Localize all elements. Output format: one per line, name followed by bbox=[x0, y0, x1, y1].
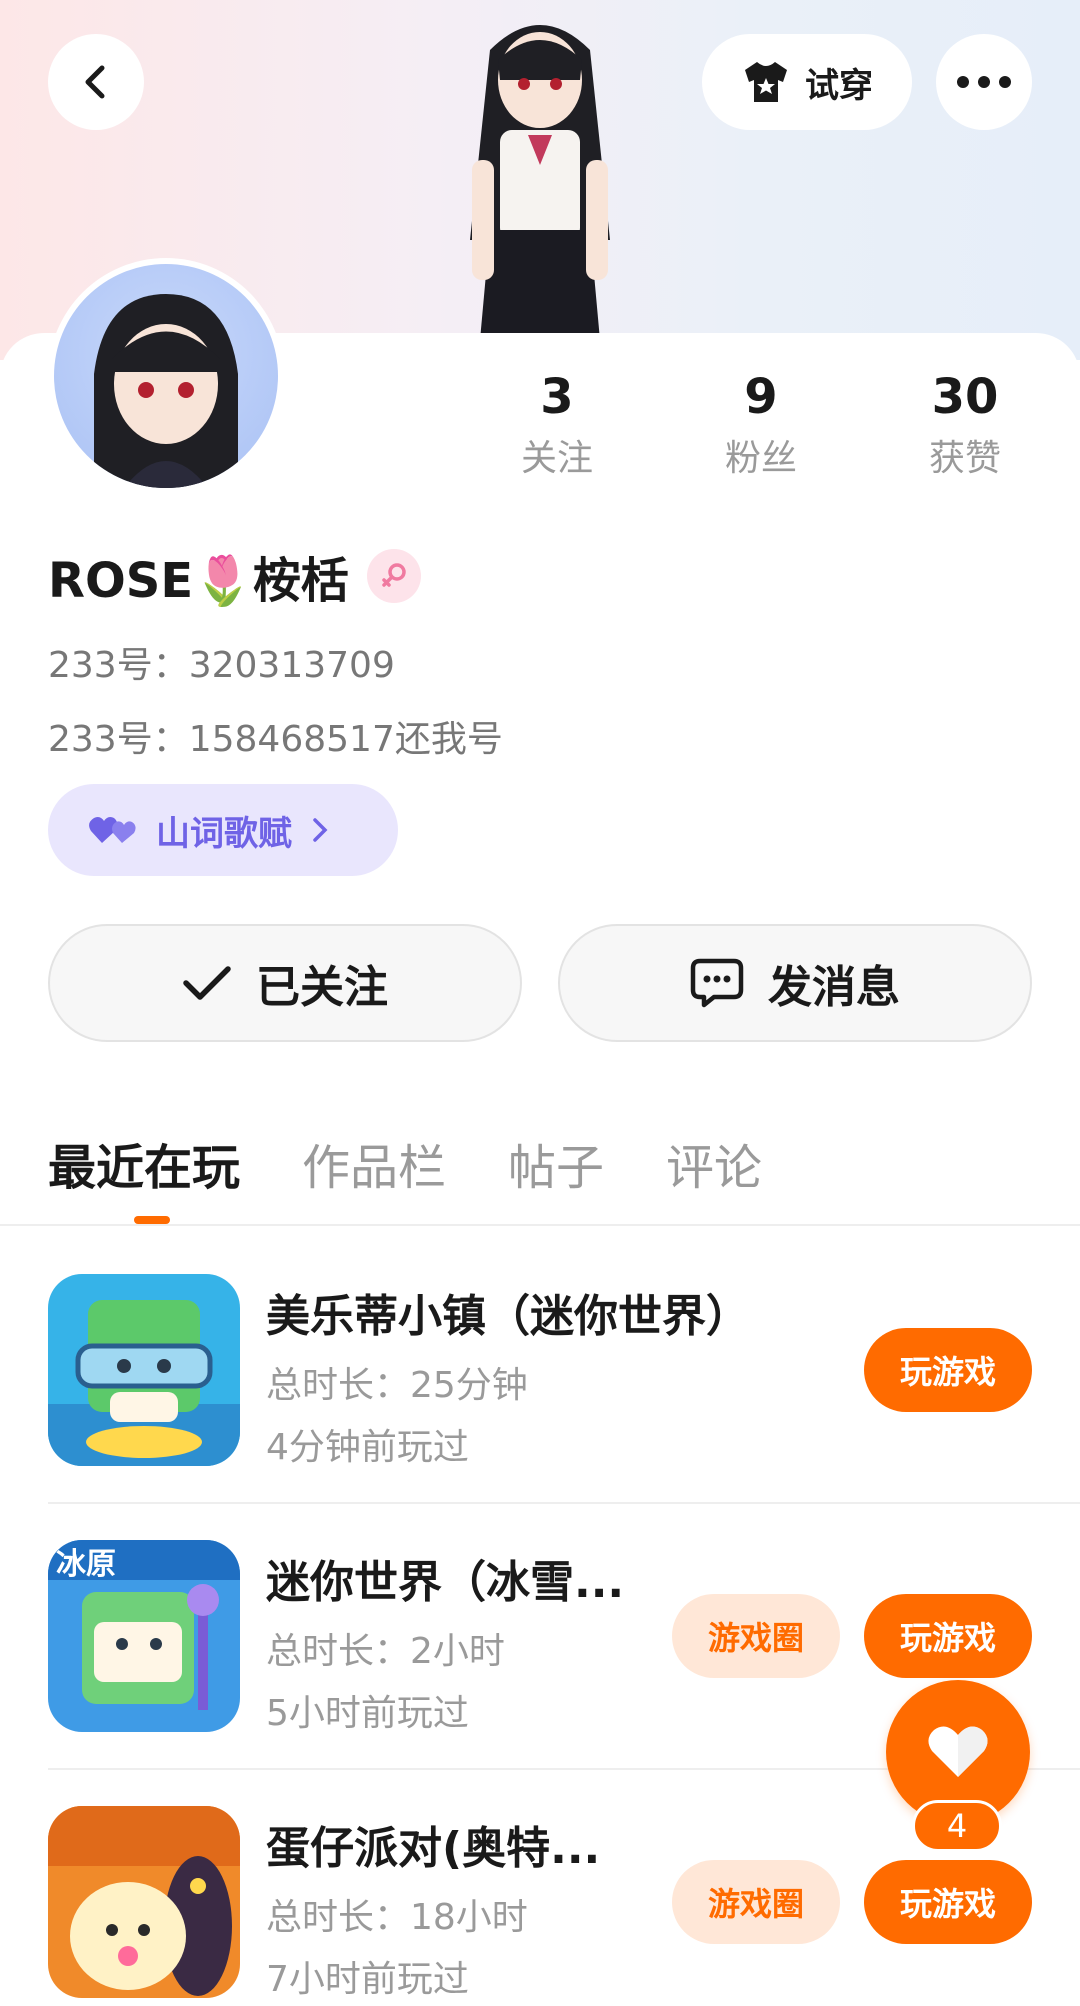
stat-likes[interactable]: 30 获赞 bbox=[890, 362, 1040, 484]
tshirt-icon bbox=[745, 62, 787, 102]
play-game-button[interactable]: 玩游戏 bbox=[864, 1860, 1032, 1944]
game-icon bbox=[48, 1274, 240, 1466]
heart-pair-icon bbox=[89, 817, 136, 843]
play-game-button[interactable]: 玩游戏 bbox=[864, 1594, 1032, 1678]
likes-count: 30 bbox=[931, 369, 999, 425]
heart-icon bbox=[928, 1726, 988, 1777]
chat-bubble-icon bbox=[690, 958, 744, 1008]
game-icon bbox=[48, 1806, 240, 1998]
game-item[interactable]: 美乐蒂小镇（迷你世界） 总时长：25分钟 4分钟前玩过 玩游戏 bbox=[0, 1274, 1080, 1474]
game-duration: 总时长：2小时 bbox=[266, 1631, 505, 1672]
try-on-label: 试穿 bbox=[805, 65, 873, 106]
followers-label: 粉丝 bbox=[724, 438, 797, 479]
more-button[interactable] bbox=[936, 34, 1032, 130]
chevron-right-icon bbox=[313, 818, 328, 842]
active-tab-indicator bbox=[134, 1216, 170, 1224]
game-duration: 总时长：18小时 bbox=[266, 1897, 528, 1938]
name-row: ROSE🌷桉栝 bbox=[48, 546, 421, 609]
game-last-played: 4分钟前玩过 bbox=[266, 1427, 469, 1468]
user-id-2: 233号：158468517还我号 bbox=[48, 719, 503, 760]
following-label: 关注 bbox=[520, 438, 593, 479]
followed-label: 已关注 bbox=[256, 962, 388, 1013]
like-count-badge: 4 bbox=[912, 1800, 1002, 1852]
user-name: ROSE🌷桉栝 bbox=[48, 553, 349, 609]
game-last-played: 5小时前玩过 bbox=[266, 1693, 469, 1734]
group-tag[interactable]: 山词歌赋 bbox=[48, 784, 398, 876]
tab-posts[interactable]: 帖子 bbox=[508, 1128, 604, 1198]
following-count: 3 bbox=[540, 369, 574, 425]
tab-recently-played[interactable]: 最近在玩 bbox=[48, 1128, 240, 1198]
send-message-button[interactable]: 发消息 bbox=[558, 924, 1032, 1042]
check-icon bbox=[183, 966, 231, 1000]
more-dots-icon bbox=[957, 76, 1011, 88]
back-arrow-icon bbox=[85, 65, 105, 99]
stat-followers[interactable]: 9 粉丝 bbox=[686, 362, 836, 484]
likes-label: 获赞 bbox=[928, 438, 1001, 479]
row-divider bbox=[48, 1502, 1080, 1504]
avatar[interactable] bbox=[48, 258, 284, 494]
game-title: 美乐蒂小镇（迷你世界） bbox=[266, 1291, 750, 1342]
game-icon: 冰原 bbox=[48, 1540, 240, 1732]
game-title: 蛋仔派对(奥特... bbox=[266, 1823, 601, 1874]
avatar-image bbox=[94, 294, 238, 488]
back-button[interactable] bbox=[48, 34, 144, 130]
profile-tabs: 最近在玩 作品栏 帖子 评论 bbox=[48, 1128, 824, 1198]
game-circle-button[interactable]: 游戏圈 bbox=[672, 1594, 840, 1678]
game-last-played: 7小时前玩过 bbox=[266, 1959, 469, 2000]
group-tag-label: 山词歌赋 bbox=[156, 813, 292, 854]
tab-works[interactable]: 作品栏 bbox=[302, 1128, 446, 1198]
send-message-label: 发消息 bbox=[768, 962, 900, 1013]
avatar-figure-image bbox=[470, 25, 610, 340]
user-id-1: 233号：320313709 bbox=[48, 645, 395, 686]
try-on-button[interactable]: 试穿 bbox=[702, 34, 912, 130]
play-game-button[interactable]: 玩游戏 bbox=[864, 1328, 1032, 1412]
svg-text:冰原: 冰原 bbox=[56, 1547, 116, 1582]
game-circle-button[interactable]: 游戏圈 bbox=[672, 1860, 840, 1944]
stat-following[interactable]: 3 关注 bbox=[482, 362, 632, 484]
followers-count: 9 bbox=[744, 369, 778, 425]
tabs-divider bbox=[0, 1224, 1080, 1226]
game-title: 迷你世界（冰雪... bbox=[266, 1557, 625, 1608]
tab-comments[interactable]: 评论 bbox=[666, 1128, 762, 1198]
followed-button[interactable]: 已关注 bbox=[48, 924, 522, 1042]
female-gender-icon bbox=[366, 549, 421, 603]
game-duration: 总时长：25分钟 bbox=[266, 1365, 528, 1406]
